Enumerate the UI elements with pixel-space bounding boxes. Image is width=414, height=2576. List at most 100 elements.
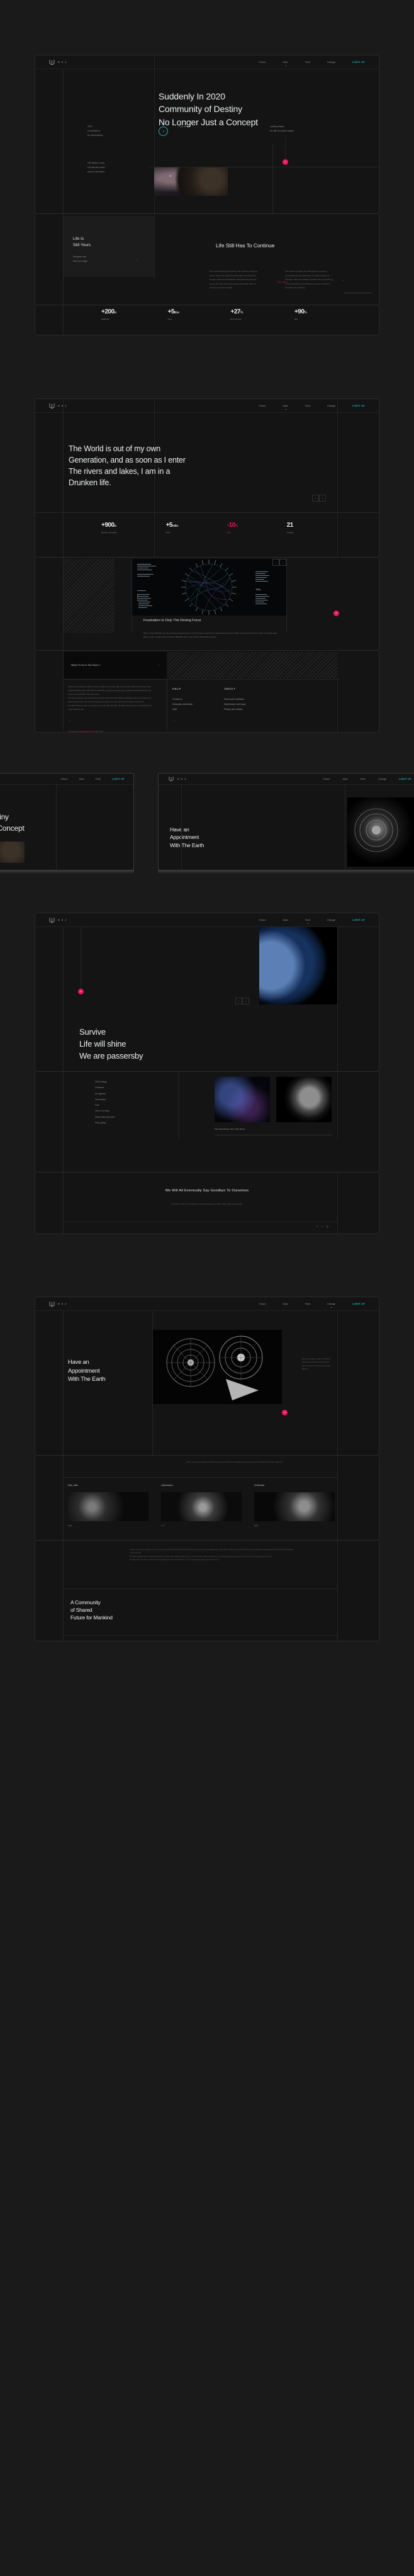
menu-item-keep-going[interactable]: Keep going (95, 1120, 115, 1126)
menu-item-2020-design[interactable]: 2020 Design (95, 1079, 115, 1085)
tri-intro-text: Where will we take our steps next? Where… (186, 1461, 283, 1463)
nav-cta-light-up[interactable]: LIGHT UP (399, 778, 411, 780)
nav-link-future[interactable]: Future (259, 61, 266, 64)
nav-link-data[interactable]: Data (283, 919, 288, 921)
marker-02[interactable]: 02 (333, 610, 339, 616)
menu-item-fate[interactable]: Fate (95, 1103, 115, 1108)
hero-heading: The World is out of my own Generation, a… (69, 443, 186, 489)
next-arrow-icon[interactable]: → (342, 278, 345, 282)
nav-link-field[interactable]: Field (96, 778, 101, 780)
nav-link-data[interactable]: Data (343, 778, 348, 780)
nav-cta-light-up[interactable]: LIGHT UP (352, 1303, 365, 1305)
menu-item-share-west-and-east[interactable]: Share west and east (95, 1115, 115, 1120)
brand[interactable]: H X J (49, 917, 67, 923)
nebula-photo (215, 1077, 270, 1122)
viz-prev-button[interactable]: ‹ (272, 559, 279, 566)
stat-label: Rise (227, 531, 232, 534)
nav-link-data[interactable]: Data (283, 405, 288, 410)
brand[interactable]: H X J (49, 59, 67, 65)
footer-arrow-right-icon[interactable]: → (172, 719, 176, 723)
stat-label: Number of people (101, 531, 117, 534)
marker-01[interactable]: 01 (283, 159, 288, 165)
hero-side-note: ⋯ (68, 1391, 70, 1393)
nav-link-future[interactable]: Future (259, 919, 266, 921)
footer-link-enterprise-information[interactable]: Enterprise information (172, 703, 193, 706)
menu-item-community[interactable]: Community (95, 1097, 115, 1103)
nav-links: Future Data Field Change LIGHT UP (259, 1303, 365, 1308)
card-civilization[interactable]: Civilization Orbit (254, 1483, 335, 1528)
nav-cta-light-up[interactable]: LIGHT UP (352, 919, 365, 921)
play-label: Play once (179, 125, 188, 128)
social-linkedin-icon[interactable]: in (327, 1225, 328, 1228)
footer-arrow-left-icon[interactable]: → (68, 719, 71, 723)
stat-label: Time (165, 531, 171, 534)
nav-link-data[interactable]: Data (283, 1303, 288, 1305)
panel-faq-footer: Where To Go In The Future ? + A person h… (35, 651, 379, 733)
laptop-base (0, 870, 134, 874)
play-button[interactable] (159, 127, 168, 136)
card-data-after[interactable]: Data, after Light (68, 1483, 148, 1528)
card-image (68, 1492, 148, 1521)
footer-help-column: HELP Contact us Enterprise information Q… (172, 687, 193, 713)
nav-link-future[interactable]: Future (323, 778, 330, 780)
footer-link-privacy[interactable]: Privacy and cookies (224, 708, 246, 711)
brand[interactable]: H X J (49, 1301, 67, 1307)
life-is-still-yours-card[interactable]: Life Is Still Yours Everyone has their o… (64, 216, 154, 277)
footer-link-contact-us[interactable]: Contact us (172, 698, 193, 700)
nav-cta-light-up[interactable]: LIGHT UP (352, 61, 365, 64)
card-sub: Orbit (254, 1524, 259, 1527)
brand-name: H X J (58, 60, 67, 64)
carousel-prev-button[interactable]: ‹ (312, 495, 319, 502)
nav-link-field[interactable]: Field (361, 778, 366, 780)
marker-04[interactable]: 04 (282, 1410, 288, 1415)
card-caption: The Only Planet, The Only Home (215, 1128, 245, 1130)
start-query-link[interactable]: Start query? (277, 280, 288, 284)
stat-ecommerce: +27% E-commerce (231, 308, 243, 320)
social-facebook-icon[interactable]: f (316, 1225, 317, 1228)
faq-toggle-plus-icon[interactable]: + (158, 664, 159, 666)
nav-link-data[interactable]: Data (79, 778, 84, 780)
viz-next-button[interactable]: › (279, 559, 286, 566)
footer-link-qa[interactable]: Q&A (172, 708, 193, 711)
nav-link-change[interactable]: Change (327, 405, 335, 407)
footer-link-terms[interactable]: Terms and Conditions (224, 698, 246, 700)
stat-unit: time (174, 311, 179, 315)
nav-cta-light-up[interactable]: LIGHT UP (112, 778, 125, 780)
card-optimization[interactable]: Optimization 2 / 6 (161, 1483, 242, 1528)
nav-link-change[interactable]: Change (327, 1303, 335, 1308)
faq-item[interactable]: Where To Go In The Future ? + (64, 652, 167, 678)
menu-item-all-together[interactable]: All together (95, 1091, 115, 1097)
brand[interactable]: H X J (49, 403, 67, 409)
nav-link-change[interactable]: Change (327, 919, 335, 921)
nav-link-future[interactable]: Future (61, 778, 68, 780)
menu-list: 2020 Design Guidance All together Commun… (95, 1079, 115, 1126)
nav-link-field[interactable]: Field (305, 1303, 310, 1305)
left-note-line-3: be extraordinary (87, 133, 103, 137)
nav-link-change[interactable]: Change (327, 61, 335, 64)
nav-link-data[interactable]: Data (283, 61, 288, 66)
nav-cta-light-up[interactable]: LIGHT UP (352, 405, 365, 407)
nav-link-future[interactable]: Future (259, 1303, 266, 1305)
logo-w-icon (169, 776, 174, 782)
menu-item-guidance[interactable]: Guidance (95, 1085, 115, 1091)
nav-link-future[interactable]: Future (259, 405, 266, 407)
carousel-next-button[interactable]: › (242, 998, 249, 1004)
hero-line-3: The rivers and lakes, I am in a (69, 467, 171, 476)
hero-left-note: 2020 is destined to be extraordinary (87, 125, 103, 138)
panel-hero-destiny: H X J Future Data Field Change LIGHT UP … (35, 55, 379, 214)
bottom-note-line-2: it is also the world, (87, 166, 106, 169)
footer-link-maintenance[interactable]: Maintenance and repair (224, 703, 246, 706)
menu-item-life-is-not-easy[interactable]: Life is not easy (95, 1108, 115, 1114)
stat-label: Fuse (167, 318, 172, 320)
nav-link-field[interactable]: Field (305, 61, 310, 64)
carousel-next-button[interactable]: › (319, 495, 326, 502)
card-arrow-right-icon[interactable]: → (135, 257, 138, 261)
prev-arrow-icon[interactable]: ← (331, 278, 334, 282)
nav-link-change[interactable]: Change (378, 778, 386, 780)
carousel-prev-button[interactable]: ‹ (235, 998, 242, 1004)
stat-label: Century (286, 531, 294, 534)
nav-link-field[interactable]: Field (305, 405, 310, 407)
brand[interactable]: H X J (169, 776, 186, 782)
marker-03[interactable]: 03 (78, 989, 84, 994)
nav-link-field[interactable]: Field (305, 919, 310, 924)
